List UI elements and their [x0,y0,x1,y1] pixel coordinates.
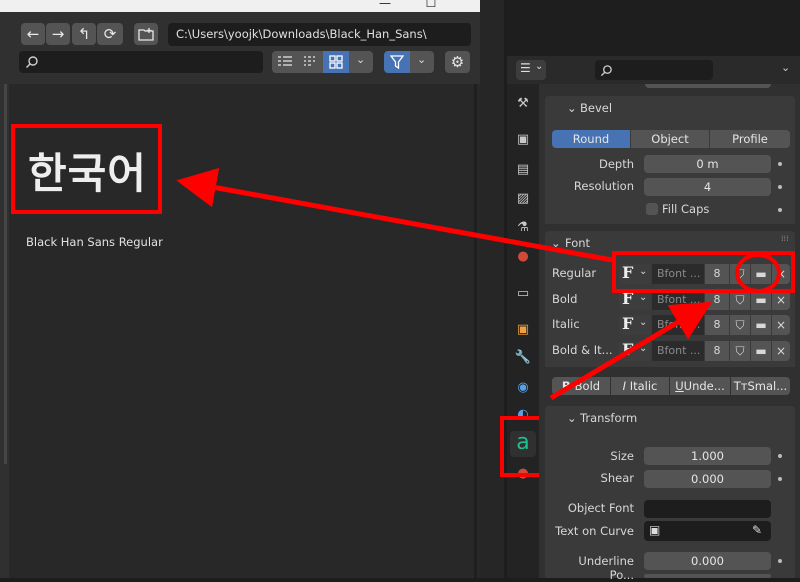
annotation-arrows [176,167,713,401]
arrow-to-preview [176,167,613,263]
arrow-to-font-row [549,301,713,401]
